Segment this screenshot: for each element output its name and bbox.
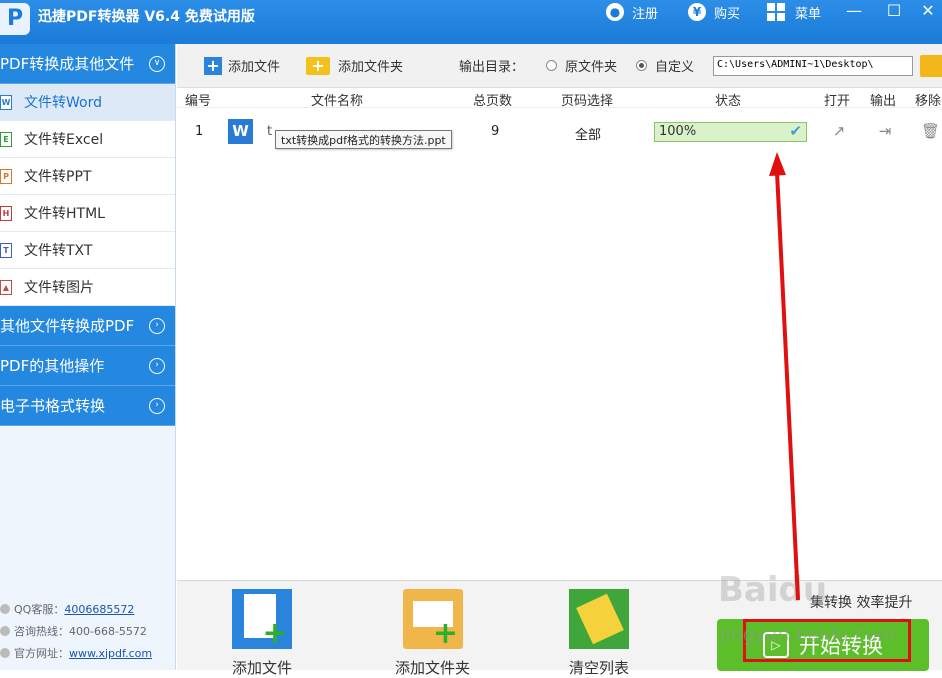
annotation-arrow	[769, 152, 800, 601]
